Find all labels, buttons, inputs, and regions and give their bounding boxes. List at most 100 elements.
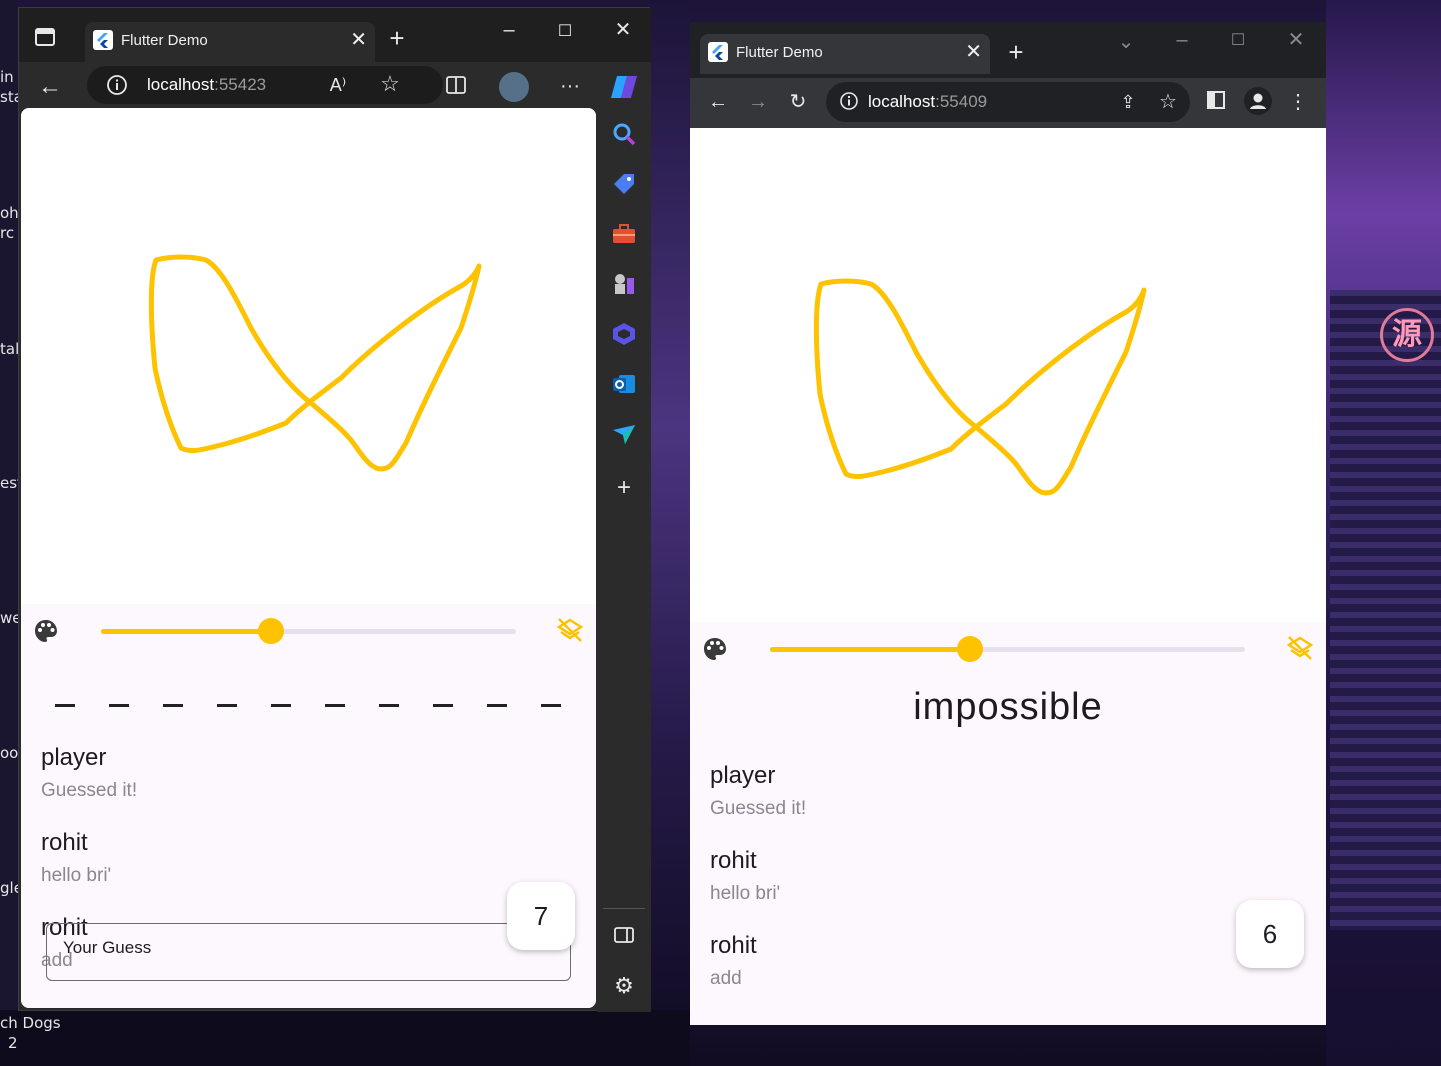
- desktop-icon-label[interactable]: rc: [0, 224, 14, 242]
- controls-panel: player Guessed it! rohit hello bri' rohi…: [21, 604, 596, 1008]
- forward-arrow-icon[interactable]: →: [746, 90, 770, 114]
- timer-button[interactable]: 6: [1236, 900, 1304, 968]
- maximize-icon[interactable]: ☐: [1226, 29, 1250, 53]
- profile-avatar[interactable]: [499, 72, 529, 102]
- slider-thumb[interactable]: [956, 636, 983, 662]
- drawing-canvas[interactable]: [21, 108, 596, 604]
- desktop-icon-label[interactable]: oo: [0, 744, 18, 762]
- slider-active-track: [101, 629, 272, 634]
- url-host: localhost: [868, 92, 936, 111]
- desktop-icon-label[interactable]: tal: [0, 340, 19, 358]
- wallpaper-tower: [1330, 290, 1441, 930]
- hint-blank: [271, 704, 291, 707]
- address-row: ← → ↻ localhost:55409 ⇪ ☆ ⋮: [690, 78, 1326, 126]
- flutter-logo-icon: [93, 30, 113, 50]
- message-sender: rohit: [41, 829, 88, 856]
- new-tab-button[interactable]: +: [1004, 39, 1028, 65]
- minimize-icon[interactable]: –: [497, 18, 521, 42]
- slider-active-track: [770, 647, 970, 652]
- hint-blank: [541, 704, 561, 707]
- message-sender: rohit: [710, 847, 757, 874]
- palette-icon[interactable]: [702, 636, 728, 662]
- microsoft-365-icon[interactable]: [610, 320, 638, 348]
- sketch-stroke: [148, 254, 482, 472]
- close-tab-icon[interactable]: ✕: [965, 40, 982, 64]
- chevron-down-icon[interactable]: ⌄: [1114, 30, 1138, 54]
- secret-word: impossible: [913, 686, 1103, 728]
- tab-strip: Flutter Demo ✕ + – ☐ ✕: [19, 8, 651, 62]
- chrome-window: Flutter Demo ✕ + ⌄ – ☐ ✕ ← → ↻ localhost…: [690, 22, 1326, 1025]
- site-info-icon[interactable]: [105, 74, 129, 102]
- drawing-canvas[interactable]: [690, 128, 1326, 622]
- gear-icon[interactable]: ⚙: [611, 974, 637, 998]
- search-icon[interactable]: [610, 120, 638, 148]
- read-aloud-icon[interactable]: A⁾: [325, 73, 351, 97]
- new-tab-button[interactable]: +: [385, 25, 409, 51]
- send-icon[interactable]: [610, 420, 638, 448]
- shopping-tag-icon[interactable]: [610, 170, 638, 198]
- desktop-icon-label[interactable]: oh: [0, 204, 19, 222]
- close-tab-icon[interactable]: ✕: [350, 28, 367, 52]
- chat-message: rohit hello bri': [710, 847, 780, 905]
- slider-thumb[interactable]: [258, 618, 285, 644]
- clear-layers-icon[interactable]: [556, 616, 584, 644]
- controls-panel: impossible player Guessed it! rohit hell…: [690, 622, 1326, 1025]
- message-text: Guessed it!: [710, 798, 807, 819]
- back-arrow-icon[interactable]: ←: [706, 90, 730, 114]
- hint-blank: [379, 704, 399, 707]
- more-menu-icon[interactable]: ⋮: [1286, 90, 1310, 114]
- wallpaper-gap: [650, 0, 690, 1066]
- desktop-icon-label[interactable]: 2: [8, 1034, 18, 1052]
- desktop-icon-label[interactable]: ch Dogs: [0, 1014, 61, 1032]
- wallpaper-seal: 源: [1380, 308, 1434, 362]
- copilot-icon[interactable]: [609, 72, 639, 102]
- guess-input[interactable]: [63, 938, 463, 958]
- games-icon[interactable]: [610, 270, 638, 298]
- site-info-icon[interactable]: [838, 91, 860, 117]
- close-window-icon[interactable]: ✕: [611, 18, 635, 42]
- palette-icon[interactable]: [33, 618, 59, 644]
- reload-icon[interactable]: ↻: [786, 90, 810, 114]
- hint-blank: [163, 704, 183, 707]
- hint-blank: [109, 704, 129, 707]
- timer-button[interactable]: 7: [507, 882, 575, 950]
- favorite-star-icon[interactable]: ☆: [377, 72, 403, 96]
- tab-actions-icon[interactable]: [33, 26, 57, 50]
- back-button[interactable]: ←: [37, 75, 63, 99]
- bookmark-star-icon[interactable]: ☆: [1156, 90, 1180, 114]
- hint-blank: [433, 704, 453, 707]
- stroke-width-slider[interactable]: [101, 618, 516, 644]
- url-text: localhost:55423: [147, 75, 266, 95]
- guess-input-field[interactable]: [46, 923, 571, 981]
- tab-flutter-demo[interactable]: Flutter Demo ✕: [700, 34, 990, 74]
- message-sender: rohit: [710, 932, 757, 959]
- clear-layers-icon[interactable]: [1286, 634, 1314, 662]
- split-screen-icon[interactable]: [443, 74, 469, 102]
- minimize-icon[interactable]: –: [1170, 28, 1194, 52]
- chat-message: player Guessed it!: [41, 744, 137, 802]
- hide-sidebar-icon[interactable]: [611, 924, 637, 952]
- share-icon[interactable]: ⇪: [1116, 90, 1140, 114]
- tab-flutter-demo[interactable]: Flutter Demo ✕: [85, 22, 375, 62]
- address-row: ← localhost:55423 A⁾ ☆ ···: [19, 62, 651, 112]
- address-bar[interactable]: localhost:55409 ⇪ ☆: [826, 82, 1190, 122]
- url-text: localhost:55409: [868, 92, 987, 112]
- flutter-app-page: player Guessed it! rohit hello bri' rohi…: [21, 108, 596, 1008]
- maximize-icon[interactable]: ☐: [553, 20, 577, 44]
- stroke-width-slider[interactable]: [770, 636, 1245, 662]
- settings-more-button[interactable]: ···: [557, 74, 583, 98]
- hint-blank: [55, 704, 75, 707]
- side-panel-icon[interactable]: [1204, 90, 1228, 116]
- sketch-stroke: [813, 278, 1147, 496]
- desktop-icon-label[interactable]: in: [0, 68, 14, 86]
- close-window-icon[interactable]: ✕: [1284, 28, 1308, 52]
- tools-icon[interactable]: [610, 220, 638, 248]
- outlook-icon[interactable]: [610, 370, 638, 398]
- profile-icon[interactable]: [1244, 87, 1272, 115]
- add-sidebar-item-icon[interactable]: +: [610, 476, 638, 500]
- address-bar[interactable]: localhost:55423 A⁾ ☆: [87, 66, 443, 104]
- word-hint-blanks: [55, 704, 561, 707]
- chat-message: rohit hello bri': [41, 829, 111, 887]
- tab-strip: Flutter Demo ✕ + ⌄ – ☐ ✕: [690, 22, 1326, 84]
- url-port: :55423: [214, 75, 267, 94]
